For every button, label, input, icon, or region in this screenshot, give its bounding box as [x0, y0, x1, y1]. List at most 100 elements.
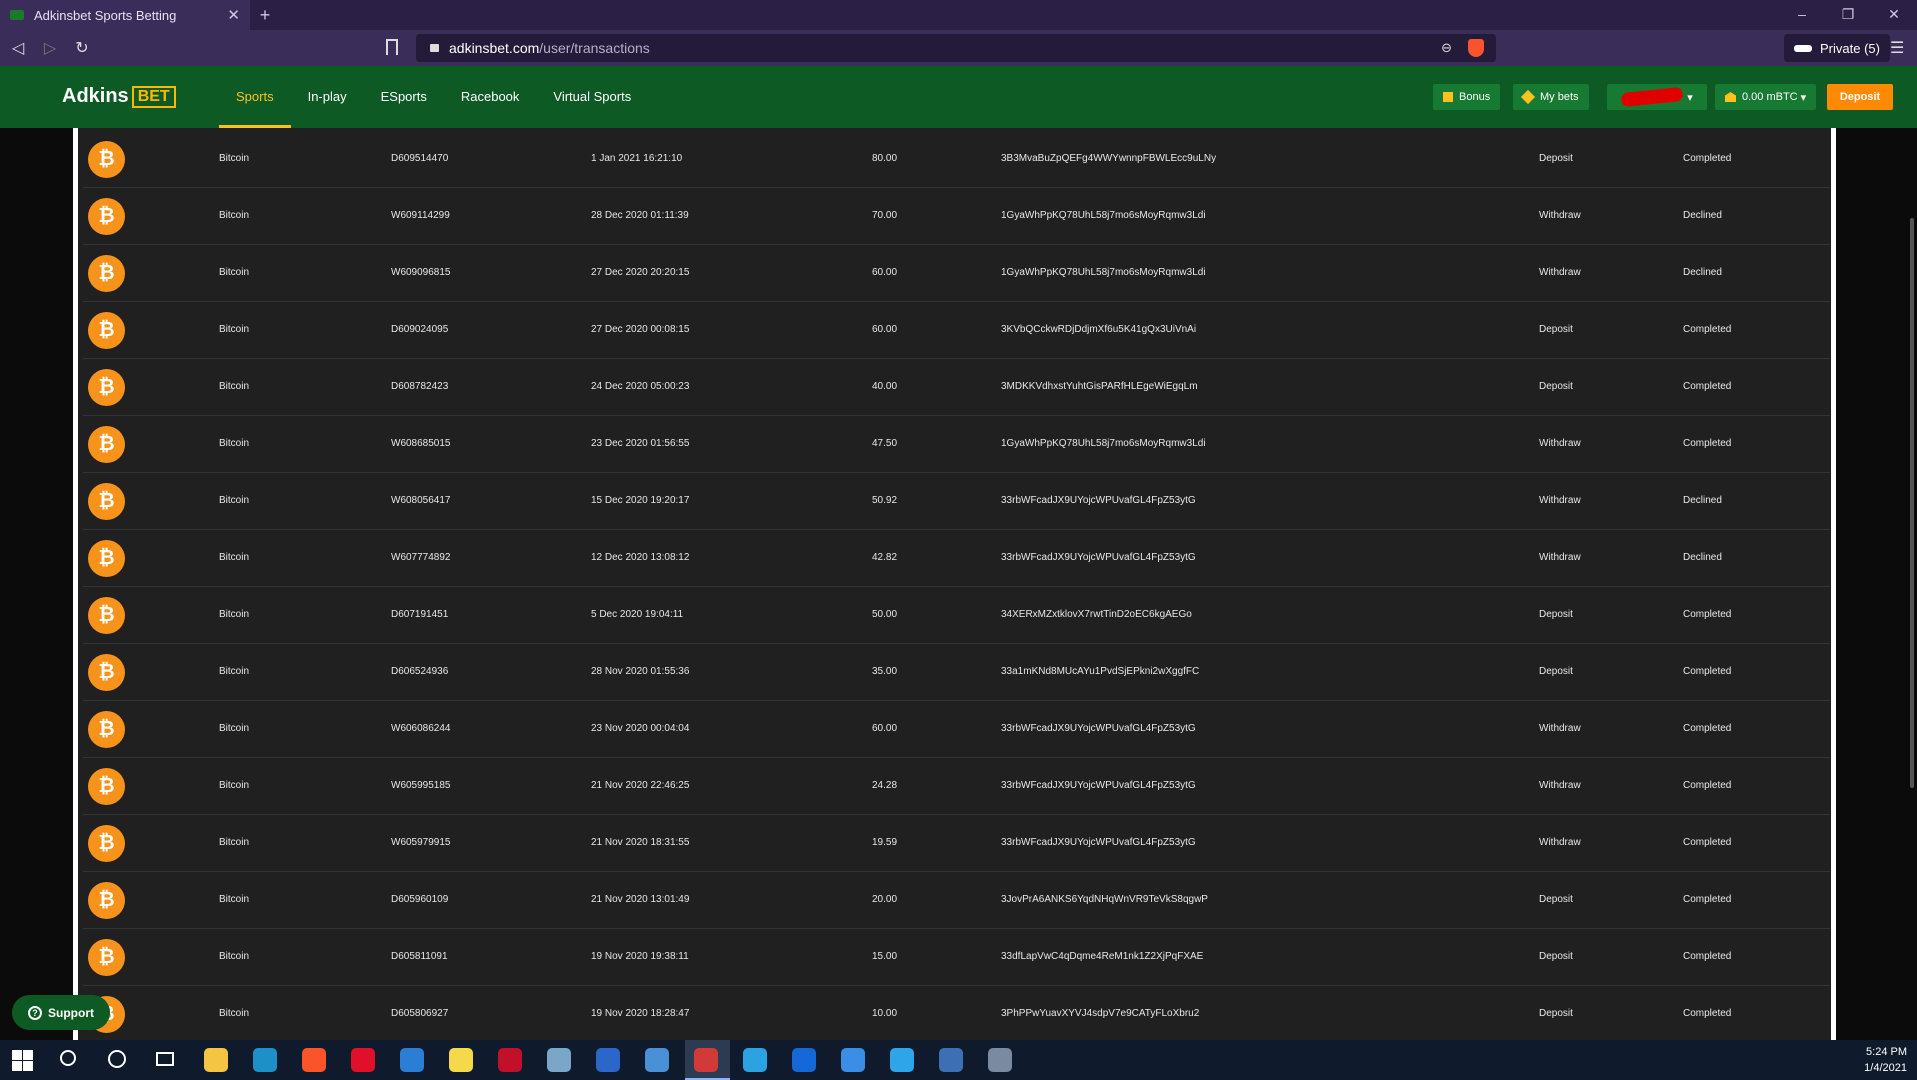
ccleaner-icon[interactable] [400, 1048, 424, 1072]
bonus-button[interactable]: Bonus [1433, 84, 1501, 110]
amount-cell: 15.00 [872, 951, 898, 962]
transaction-id-cell: D605811091 [391, 951, 448, 962]
type-cell: Withdraw [1539, 210, 1581, 221]
nav-sports[interactable]: Sports [219, 66, 291, 128]
currency-cell: Bitcoin [219, 780, 250, 791]
status-cell: Declined [1683, 210, 1722, 221]
date-cell: 19 Nov 2020 18:28:47 [591, 1008, 690, 1019]
balance-button[interactable]: 0.00 mBTC ▾ [1715, 84, 1817, 110]
file-explorer-icon[interactable] [204, 1048, 228, 1072]
restore-icon[interactable]: ❐ [1825, 0, 1871, 30]
vpn-icon[interactable] [939, 1048, 963, 1072]
chat-icon[interactable] [841, 1048, 865, 1072]
new-tab-button[interactable]: + [250, 5, 280, 26]
bitcoin-icon: ₿ [88, 540, 125, 577]
main-nav: Sports In-play ESports Racebook Virtual … [219, 66, 648, 128]
type-cell: Withdraw [1539, 495, 1581, 506]
brave-icon[interactable] [302, 1048, 326, 1072]
zoom-icon[interactable]: ⊖ [1441, 40, 1452, 56]
close-window-icon[interactable]: ✕ [1871, 0, 1917, 30]
address-cell: 1GyaWhPpKQ78UhL58j7mo6sMoyRqmw3Ldi [1001, 438, 1206, 449]
word-icon[interactable] [596, 1048, 620, 1072]
type-cell: Withdraw [1539, 780, 1581, 791]
back-icon[interactable]: ◁ [2, 38, 34, 58]
table-row: ₿ Bitcoin W609114299 28 Dec 2020 01:11:39 70… [83, 188, 1830, 245]
currency-cell: Bitcoin [219, 951, 250, 962]
sticky-notes-icon[interactable] [449, 1048, 473, 1072]
transaction-id-cell: D609514470 [391, 153, 449, 164]
status-cell: Completed [1683, 381, 1732, 392]
bitcoin-icon: ₿ [88, 939, 125, 976]
task-view-icon[interactable] [156, 1052, 174, 1066]
private-window-badge[interactable]: Private (5) [1784, 34, 1890, 62]
status-cell: Completed [1683, 324, 1732, 335]
bitcoin-icon: ₿ [88, 369, 125, 406]
bitcoin-icon: ₿ [88, 825, 125, 862]
calculator-icon[interactable] [988, 1048, 1012, 1072]
currency-cell: Bitcoin [219, 210, 250, 221]
brave-shields-icon[interactable] [1468, 39, 1484, 57]
windows-start-icon[interactable] [10, 1048, 34, 1072]
notepad-icon[interactable] [547, 1048, 571, 1072]
support-button[interactable]: ? Support [12, 995, 110, 1030]
minimize-icon[interactable]: – [1779, 0, 1825, 30]
cortana-icon[interactable] [108, 1050, 126, 1068]
clock-date: 1/4/2021 [1864, 1062, 1907, 1074]
account-menu-redacted[interactable]: ▾ [1607, 84, 1707, 110]
table-row: ₿ Bitcoin D608782423 24 Dec 2020 05:00:23 40… [83, 359, 1830, 416]
browser-globe-icon[interactable] [645, 1048, 669, 1072]
address-cell: 3PhPPwYuavXYVJ4sdpV7e9CATyFLoXbru2 [1001, 1008, 1200, 1019]
teamviewer-icon[interactable] [792, 1048, 816, 1072]
skype-icon[interactable] [890, 1048, 914, 1072]
bitcoin-icon: ₿ [88, 711, 125, 748]
my-bets-button[interactable]: My bets [1513, 84, 1589, 110]
page-scrollbar[interactable] [1910, 218, 1914, 788]
telegram-icon[interactable] [743, 1048, 767, 1072]
active-app-icon[interactable] [694, 1048, 718, 1072]
bookmark-icon[interactable] [386, 39, 398, 55]
opera-icon[interactable] [351, 1048, 375, 1072]
type-cell: Withdraw [1539, 267, 1581, 278]
date-cell: 1 Jan 2021 16:21:10 [591, 153, 683, 164]
status-cell: Completed [1683, 609, 1732, 620]
nav-in-play[interactable]: In-play [291, 66, 364, 128]
reload-icon[interactable]: ↻ [66, 38, 98, 58]
type-cell: Deposit [1539, 153, 1573, 164]
bitcoin-icon: ₿ [88, 768, 125, 805]
address-cell: 3MDKKVdhxstYuhtGisPARfHLEgeWiEgqLm [1001, 381, 1198, 392]
system-clock[interactable]: 5:24 PM 1/4/2021 [1864, 1044, 1907, 1076]
gift-icon [1443, 92, 1453, 102]
deposit-button[interactable]: Deposit [1827, 84, 1893, 110]
forward-icon[interactable]: ▷ [34, 38, 66, 58]
nav-racebook[interactable]: Racebook [444, 66, 537, 128]
browser-menu-icon[interactable]: ☰ [1890, 38, 1904, 58]
type-cell: Withdraw [1539, 438, 1581, 449]
address-cell: 1GyaWhPpKQ78UhL58j7mo6sMoyRqmw3Ldi [1001, 210, 1206, 221]
nav-esports[interactable]: ESports [364, 66, 444, 128]
transaction-id-cell: W609096815 [391, 267, 451, 278]
private-glasses-icon [1794, 44, 1812, 52]
nav-virtual-sports[interactable]: Virtual Sports [536, 66, 648, 128]
help-icon: ? [28, 1005, 42, 1020]
bitcoin-icon: ₿ [88, 654, 125, 691]
address-cell: 33rbWFcadJX9UYojcWPUvafGL4FpZ53ytG [1001, 723, 1196, 734]
amount-cell: 24.28 [872, 780, 898, 791]
status-cell: Completed [1683, 438, 1732, 449]
chevron-down-icon: ▾ [1800, 91, 1807, 104]
bitcoin-icon: ₿ [88, 141, 125, 178]
type-cell: Withdraw [1539, 552, 1581, 563]
amount-cell: 50.00 [872, 609, 898, 620]
balance-label: 0.00 mBTC [1742, 91, 1798, 103]
transaction-id-cell: W607774892 [391, 552, 451, 563]
currency-cell: Bitcoin [219, 666, 250, 677]
close-tab-icon[interactable]: ✕ [227, 6, 240, 24]
table-row: ₿ Bitcoin D609514470 1 Jan 2021 16:21:10 80.… [83, 131, 1830, 188]
edge-icon[interactable] [253, 1048, 277, 1072]
browser-tab[interactable]: Adkinsbet Sports Betting ✕ [0, 0, 250, 30]
site-logo[interactable]: Adkins BET [62, 85, 176, 108]
status-cell: Completed [1683, 837, 1732, 848]
antivirus-icon[interactable] [498, 1048, 522, 1072]
search-icon[interactable] [60, 1050, 76, 1066]
status-cell: Completed [1683, 153, 1732, 164]
address-bar[interactable]: adkinsbet.com /user/transactions ⊖ [416, 34, 1496, 62]
